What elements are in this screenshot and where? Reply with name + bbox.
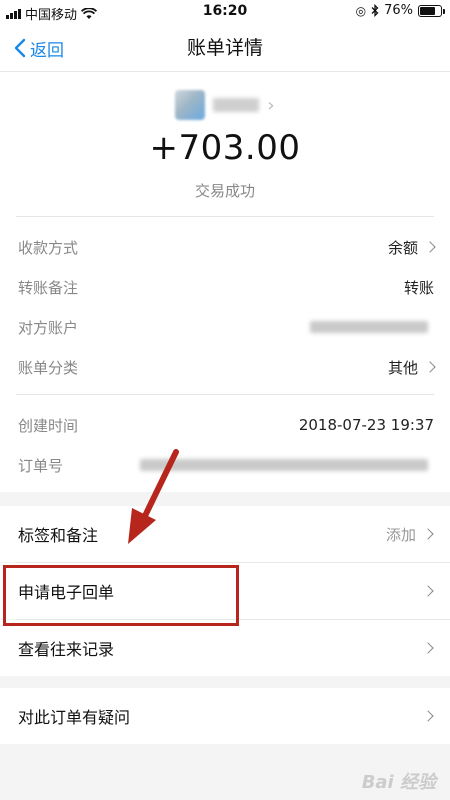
detail-row-payment-method[interactable]: 收款方式 余额 [0,227,450,267]
meta-label: 订单号 [18,456,64,475]
battery-icon [418,4,445,17]
redacted-account [310,321,428,333]
detail-value: 转账 [403,278,434,297]
payee-avatar [175,90,206,120]
back-label: 返回 [30,40,64,61]
redacted-order-number [140,459,428,471]
back-button[interactable]: 返回 [14,24,64,72]
question-label: 对此订单有疑问 [18,708,131,727]
tags-label: 标签和备注 [18,526,99,545]
detail-label: 转账备注 [18,278,79,297]
status-bar: 中国移动 16:20 ◎ 76% [0,0,450,24]
meta-label: 创建时间 [18,416,79,435]
detail-label: 账单分类 [18,358,79,377]
chevron-right-icon [424,241,436,253]
divider [16,394,434,395]
meta-row-order-number: 订单号 [0,445,450,485]
detail-row-counterparty-account: 对方账户 [0,307,450,347]
detail-label: 收款方式 [18,238,79,257]
page-title: 账单详情 [186,37,263,59]
detail-row-transfer-note: 转账备注 转账 [0,267,450,307]
watermark: Bai 经验 [361,772,436,793]
divider [16,216,434,217]
bill-detail-card: › +703.00 交易成功 收款方式 余额 转账备注 转账 对方账户 账单分类… [0,72,450,492]
payee-name-redacted [213,98,260,112]
transaction-amount: +703.00 [149,128,301,168]
chevron-right-icon [422,642,434,654]
transaction-status: 交易成功 [194,182,255,200]
chevron-right-icon [422,710,434,722]
chevron-right-icon [422,528,434,540]
bluetooth-icon [371,4,379,17]
meta-row-created-time: 创建时间 2018-07-23 19:37 [0,405,450,445]
battery-percent: 76% [384,3,413,18]
detail-row-bill-category[interactable]: 账单分类 其他 [0,347,450,387]
navigation-bar: 返回 账单详情 [0,24,450,72]
chevron-right-icon [422,585,434,597]
detail-value: 其他 [387,358,418,377]
meta-value: 2018-07-23 19:37 [298,416,434,434]
annotation-highlight-box [3,565,239,626]
tags-and-notes-row[interactable]: 标签和备注 添加 [0,506,450,562]
payee-header[interactable]: › [0,90,450,120]
detail-value: 余额 [387,238,418,257]
rotation-lock-icon: ◎ [355,3,367,18]
chevron-right-icon: › [267,94,275,116]
tags-add-value: 添加 [385,525,416,544]
detail-label: 对方账户 [18,318,79,337]
chevron-left-icon [14,38,26,58]
chevron-right-icon [424,361,436,373]
order-question-row[interactable]: 对此订单有疑问 [0,688,450,744]
system-indicators: ◎ 76% [355,3,445,18]
history-label: 查看往来记录 [18,640,115,659]
view-history-row[interactable]: 查看往来记录 [0,620,450,676]
